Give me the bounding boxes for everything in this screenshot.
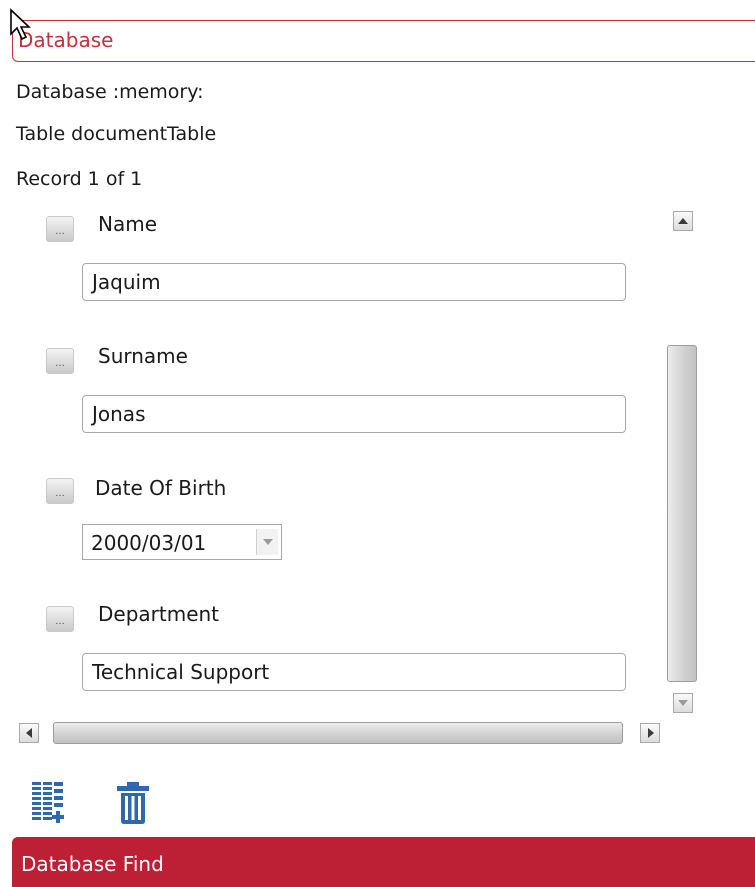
vertical-scroll-thumb[interactable] [667,345,697,682]
mouse-cursor-icon [10,8,32,41]
scroll-left-button[interactable] [19,723,39,743]
name-field-button[interactable]: ... [46,216,74,242]
department-label: Department [98,602,220,626]
database-name-line: Database :memory: [16,81,204,103]
database-find-label: Database Find [21,852,164,876]
horizontal-scroll-thumb[interactable] [53,722,623,744]
name-input[interactable]: Jaquim [82,263,626,301]
surname-input[interactable]: Jonas [82,395,626,433]
date-of-birth-field-button[interactable]: ... [46,478,74,504]
date-of-birth-value: 2000/03/01 [91,531,207,555]
add-record-icon[interactable] [30,779,68,827]
department-field-button[interactable]: ... [46,606,74,632]
table-name-line: Table documentTable [16,123,217,145]
department-input[interactable]: Technical Support [82,653,626,691]
surname-label: Surname [98,344,188,368]
scroll-down-button[interactable] [673,693,693,713]
date-of-birth-label: Date Of Birth [95,476,227,500]
surname-field-button[interactable]: ... [46,348,74,374]
database-header[interactable] [12,20,755,62]
record-position-line: Record 1 of 1 [16,168,143,190]
date-of-birth-picker[interactable]: 2000/03/01 [82,524,282,560]
delete-icon[interactable] [114,781,152,825]
date-dropdown-button[interactable] [256,529,278,555]
scroll-up-button[interactable] [673,211,693,231]
name-label: Name [98,212,158,236]
scroll-right-button[interactable] [640,723,660,743]
